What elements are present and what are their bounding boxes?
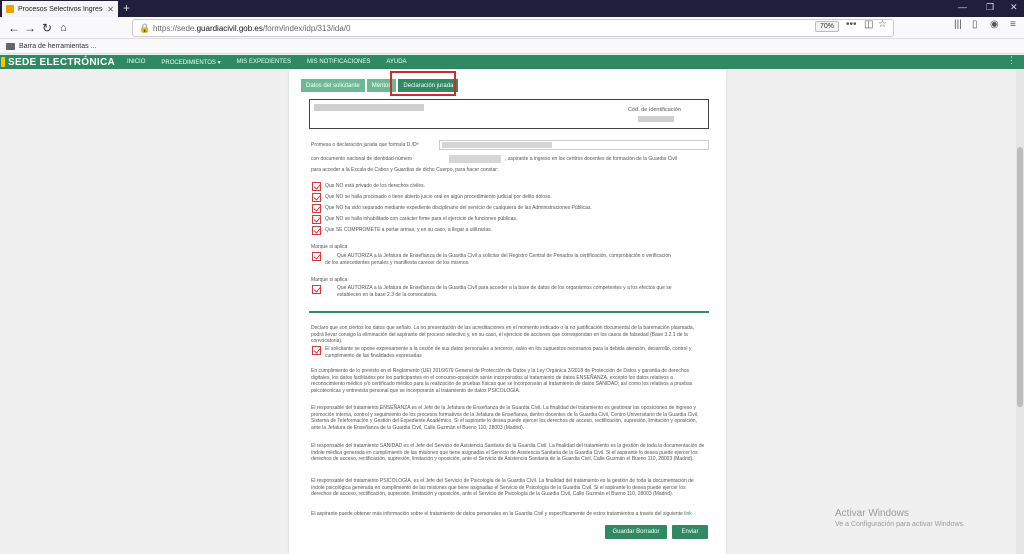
cod-identificacion-label: Cód. de Identificación	[628, 107, 681, 113]
maximize-icon[interactable]: ❐	[986, 2, 994, 13]
windows-activation-watermark: Activar Windows Ve a Configuración para …	[835, 508, 965, 528]
declaro-text: Declaro que son ciertos los datos que se…	[311, 325, 695, 345]
marque-si-aplica-1: Marque si aplica	[311, 244, 348, 250]
checkbox-no-procesado[interactable]	[312, 193, 321, 202]
home-icon[interactable]: ⌂	[60, 20, 67, 36]
enviar-button[interactable]: Enviar	[672, 525, 708, 539]
bookmark-item[interactable]: Barra de herramientas ...	[19, 43, 96, 50]
autoriza1-text-l2: de los antecedentes penales y manifiesta…	[325, 260, 470, 266]
rgpd-paragraph-enseñanza: El responsable del tratamiento ENSEÑANZA…	[311, 405, 699, 431]
browser-navbar: ← → ↻ ⌂ 🔒 https://sede. guardiacivil.gob.…	[0, 17, 1024, 39]
menu-mis-expedientes[interactable]: MIS EXPEDIENTES	[237, 59, 291, 65]
url-domain: guardiacivil.gob.es	[196, 23, 263, 33]
checkbox-autoriza-bases-datos[interactable]	[312, 285, 321, 294]
browser-titlebar: Procesos Selectivos Ingreso GC ✕ + — ❐ ✕	[0, 0, 1024, 17]
url-path: /form/index/idp/313/ida/0	[262, 23, 351, 33]
back-icon[interactable]: ←	[8, 20, 20, 36]
lock-icon: 🔒	[139, 23, 151, 33]
menu-mis-notificaciones[interactable]: MIS NOTIFICACIONES	[307, 59, 370, 65]
sidebar-icon[interactable]: ▯	[972, 19, 978, 30]
rgpd-paragraph-1: En cumplimiento de lo previsto en el Reg…	[311, 368, 693, 394]
reload-icon[interactable]: ↻	[42, 20, 52, 36]
redacted-code	[638, 116, 674, 122]
menu-procedimientos[interactable]: PROCEDIMIENTOS ▾	[161, 59, 220, 66]
site-header: SEDE ELECTRÓNICA INICIO PROCEDIMIENTOS ▾…	[0, 55, 1024, 69]
site-favicon-icon	[6, 5, 14, 13]
redacted-nombre	[442, 142, 552, 148]
scrollbar-thumb[interactable]	[1017, 147, 1023, 407]
checkbox-no-inhabilitado[interactable]	[312, 215, 321, 224]
opone-text: El solicitante se opone expresamente a l…	[325, 346, 692, 359]
bookmarks-bar: Barra de herramientas ...	[0, 39, 1024, 54]
rgpd-paragraph-sanidad: El responsable del tratamiento SANIDAD e…	[311, 443, 705, 463]
activate-title: Activar Windows	[835, 508, 909, 519]
checkbox-opone-cesion[interactable]	[312, 346, 321, 355]
menu-inicio[interactable]: INICIO	[127, 59, 145, 65]
tab-title: Procesos Selectivos Ingreso GC	[18, 5, 103, 13]
page-scrollbar[interactable]	[1016, 69, 1024, 554]
close-tab-icon[interactable]: ✕	[107, 5, 114, 14]
id-box: Cód. de Identificación	[309, 99, 709, 129]
promesa-label: Promesa o declaración jurada que formula…	[311, 142, 419, 148]
zoom-level[interactable]: 70%	[815, 21, 840, 32]
dni-field[interactable]	[449, 155, 501, 163]
redacted-name	[314, 104, 424, 111]
dni-label: con documento nacional de identidad núme…	[311, 156, 413, 162]
rgpd-paragraph-psicologia: El responsable del tratamiento PSICOLOGÍ…	[311, 478, 694, 498]
checkbox-autoriza-penados[interactable]	[312, 252, 321, 261]
check-label-1: Que NO se halla procesado o tiene abiert…	[325, 194, 552, 200]
check-label-3: Que NO se halla inhabilitado con carácte…	[325, 216, 518, 222]
pocket-icon[interactable]: ◫	[864, 19, 873, 30]
url-bar[interactable]: 🔒 https://sede. guardiacivil.gob.es/form/…	[132, 19, 894, 37]
menu-ayuda[interactable]: AYUDA	[386, 59, 406, 65]
autoriza2-text-l2: establecen en la base 2.3 de la convocat…	[337, 292, 438, 298]
section-divider	[309, 311, 709, 313]
bookmark-star-icon[interactable]: ☆	[878, 19, 887, 30]
tab-datos-solicitante[interactable]: Datos del solicitante	[301, 79, 365, 92]
folder-icon	[6, 42, 15, 50]
menu-icon[interactable]: ≡	[1010, 19, 1016, 30]
tab-highlight-box	[390, 71, 456, 96]
guardar-borrador-button[interactable]: Guardar Borrador	[605, 525, 667, 539]
autoriza2-text-l1: Que AUTORIZA a la Jefatura de Enseñanza …	[337, 285, 672, 291]
info-link[interactable]: link	[684, 511, 692, 517]
dni-line2-text: para acceder a la Escala de Cabos y Guar…	[311, 167, 499, 173]
form-card: Datos del solicitante Méritos Declaració…	[289, 69, 726, 554]
nombre-field[interactable]	[439, 140, 709, 150]
more-icon[interactable]: •••	[846, 19, 857, 30]
account-icon[interactable]: ◉	[990, 19, 999, 30]
checkbox-portar-armas[interactable]	[312, 226, 321, 235]
browser-tab[interactable]: Procesos Selectivos Ingreso GC ✕	[2, 1, 118, 17]
new-tab-icon[interactable]: +	[123, 1, 130, 15]
url-prefix: https://sede.	[153, 23, 197, 33]
check-label-0: Que NO está privado de los derechos civi…	[325, 183, 426, 189]
marque-si-aplica-2: Marque si aplica	[311, 277, 348, 283]
close-window-icon[interactable]: ✕	[1010, 2, 1018, 13]
forward-icon[interactable]: →	[24, 20, 36, 36]
dni-post-text: , aspirante a ingreso en los centros doc…	[505, 156, 678, 162]
autoriza1-text-l1: Que AUTORIZA a la Jefatura de Enseñanza …	[337, 253, 671, 259]
flag-icon	[1, 57, 5, 67]
rgpd-paragraph-link: El aspirante puede obtener más informaci…	[311, 511, 707, 518]
library-icon[interactable]: |||	[954, 19, 962, 30]
checkbox-no-separado[interactable]	[312, 204, 321, 213]
check-label-2: Que NO ha sido separado mediante expedie…	[325, 205, 592, 211]
checkbox-derechos-civiles[interactable]	[312, 182, 321, 191]
site-logo[interactable]: SEDE ELECTRÓNICA	[8, 57, 115, 68]
more-info-text: El aspirante puede obtener más informaci…	[311, 511, 683, 517]
check-label-4: Que SE COMPROMETE a portar armas, y en s…	[325, 227, 493, 233]
minimize-icon[interactable]: —	[958, 2, 967, 12]
activate-subtitle: Ve a Configuración para activar Windows.	[835, 521, 965, 528]
kebab-menu-icon[interactable]: ⋮	[1007, 55, 1016, 66]
